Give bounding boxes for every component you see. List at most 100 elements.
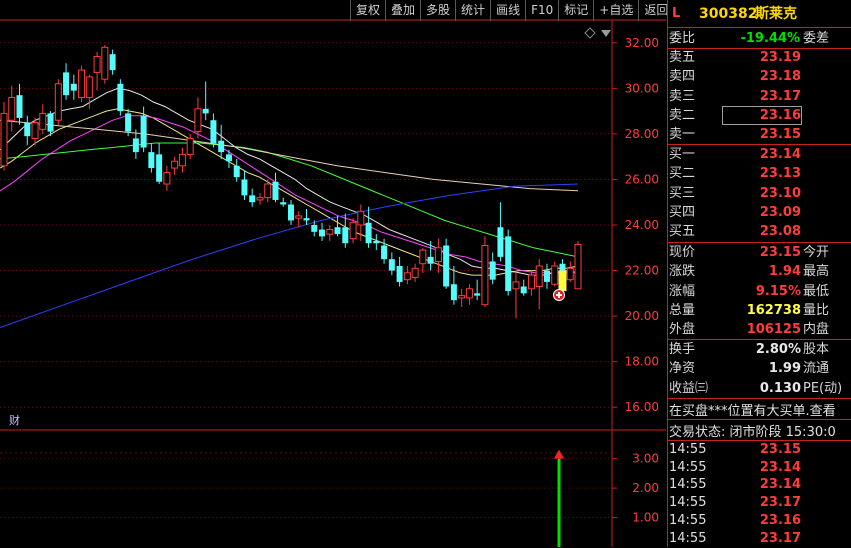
candle-body	[505, 236, 512, 292]
candle-body	[241, 179, 248, 196]
tick-row[interactable]: 14:55 23.15	[667, 441, 851, 459]
ask-row[interactable]: 卖四 23.18	[667, 67, 851, 86]
ask-row[interactable]: 卖一 23.15	[667, 125, 851, 144]
candle-body	[303, 218, 310, 221]
tick-time: 14:55	[669, 459, 707, 475]
candle-body	[101, 46, 109, 80]
bid-row[interactable]: 买四 23.09	[667, 203, 851, 222]
statistics-button[interactable]: 统计	[455, 0, 490, 21]
ask-row[interactable]: 卖三 23.17	[667, 87, 851, 106]
row-value: 23.15	[759, 127, 801, 143]
overlay-button[interactable]: 叠加	[385, 0, 420, 21]
f10-button[interactable]: F10	[525, 0, 558, 21]
candle-body	[272, 181, 279, 200]
draw-line-button[interactable]: 画线	[490, 0, 525, 21]
bid-row[interactable]: 买一 23.14	[667, 145, 851, 164]
price-tick-label: 24.00	[625, 218, 659, 232]
tick-row[interactable]: 14:55 23.17	[667, 494, 851, 512]
candle-body	[427, 256, 434, 264]
candle-body	[8, 96, 16, 121]
row-value: 9.15%	[755, 283, 801, 299]
row-label-secondary: 量比	[803, 302, 830, 318]
candle-body	[117, 83, 124, 112]
candle-body	[349, 222, 357, 240]
candle-body	[419, 249, 427, 265]
tick-price: 23.17	[759, 495, 801, 511]
volume-tick-label: 1.00	[632, 511, 659, 525]
candle-body	[434, 247, 442, 262]
mark-button[interactable]: 标记	[558, 0, 593, 21]
quote-panel: L 300382 斯莱克 委比 -19.44% 委差 卖五 23.19 卖四 23.1…	[667, 0, 851, 547]
tick-price: 23.15	[759, 442, 801, 457]
tick-row[interactable]: 14:55 23.14	[667, 476, 851, 494]
stat-row[interactable]: 涨幅 9.15% 最低	[667, 282, 851, 301]
candle-body	[465, 288, 473, 299]
tick-time: 14:55	[669, 530, 707, 546]
stat-row[interactable]: 涨跌 1.94 最高	[667, 262, 851, 281]
bid-row[interactable]: 买二 23.13	[667, 164, 851, 183]
tick-price: 23.14	[759, 459, 801, 475]
tick-price: 23.17	[759, 530, 801, 546]
candle-body	[311, 225, 318, 232]
candle-body	[47, 113, 54, 132]
selected-price-box[interactable]	[722, 106, 802, 125]
stat-row[interactable]: 换手 2.80% 股本	[667, 340, 851, 359]
restore-rights-button[interactable]: 复权	[350, 0, 385, 21]
stat-row[interactable]: 外盘 106125 内盘	[667, 320, 851, 339]
row-value: 162738	[746, 302, 801, 318]
candle-body	[31, 122, 39, 139]
row-label: 卖一	[669, 127, 696, 143]
candle-body	[288, 204, 294, 221]
candle-body	[443, 245, 450, 287]
multi-stock-button[interactable]: 多股	[420, 0, 455, 21]
candle-body	[411, 267, 419, 278]
alert-message[interactable]: 在买盘***位置有大买单.查看	[669, 400, 836, 419]
dropdown-icon[interactable]	[601, 30, 611, 37]
bid-row[interactable]: 买五 23.08	[667, 222, 851, 241]
ask-row[interactable]: 卖五 23.19	[667, 48, 851, 67]
stat-row[interactable]: 收益㈢ 0.130 PE(动)	[667, 379, 851, 398]
candle-body	[70, 83, 77, 91]
row-label-secondary: 今开	[803, 245, 830, 260]
bid-row[interactable]: 买三 23.10	[667, 184, 851, 203]
row-label: 现价	[669, 245, 696, 260]
price-tick-label: 30.00	[625, 81, 659, 95]
row-label: 买一	[669, 147, 696, 162]
candle-body	[256, 197, 264, 201]
row-label: 总量	[669, 302, 696, 318]
stat-row[interactable]: 净资 1.99 流通	[667, 359, 851, 378]
candle-body	[16, 95, 23, 118]
tick-row[interactable]: 14:55 23.16	[667, 512, 851, 530]
tick-row[interactable]: 14:55 23.14	[667, 459, 851, 477]
tick-row[interactable]: 14:55 23.17	[667, 530, 851, 548]
candle-body	[497, 227, 504, 257]
stock-name: 斯莱克	[755, 6, 797, 22]
row-value: 23.14	[759, 147, 801, 162]
candle-body	[78, 69, 86, 98]
candle-body	[403, 272, 411, 281]
trade-status: 交易状态: 闭市阶段 15:30:0	[669, 425, 836, 440]
price-axis: 32.00 30.00 28.00 26.00 24.00 22.00 20.00 18.00…	[625, 36, 659, 414]
row-label: 外盘	[669, 322, 696, 338]
divider	[667, 27, 851, 28]
candle-body	[326, 229, 334, 235]
add-watchlist-button[interactable]: +自选	[593, 0, 638, 21]
stat-row[interactable]: 现价 23.15 今开	[667, 243, 851, 262]
stat-row[interactable]: 总量 162738 量比	[667, 301, 851, 320]
collapse-icon[interactable]	[584, 27, 596, 39]
candle-body	[264, 183, 272, 199]
volume-bar	[557, 458, 561, 547]
candle-body	[474, 293, 481, 296]
add-marker-icon[interactable]	[553, 289, 565, 301]
indicator-label[interactable]: 财	[9, 413, 20, 427]
candle-body	[458, 295, 466, 299]
candle-body	[171, 160, 179, 169]
ma-line	[0, 142, 579, 258]
tick-time: 14:55	[669, 442, 707, 457]
price-tick-label: 28.00	[625, 127, 659, 141]
volume-tick-label: 2.00	[632, 481, 659, 495]
row-label: 卖四	[669, 69, 696, 85]
ma-line	[0, 119, 579, 192]
tick-time: 14:55	[669, 512, 707, 528]
candle-body	[342, 227, 349, 244]
